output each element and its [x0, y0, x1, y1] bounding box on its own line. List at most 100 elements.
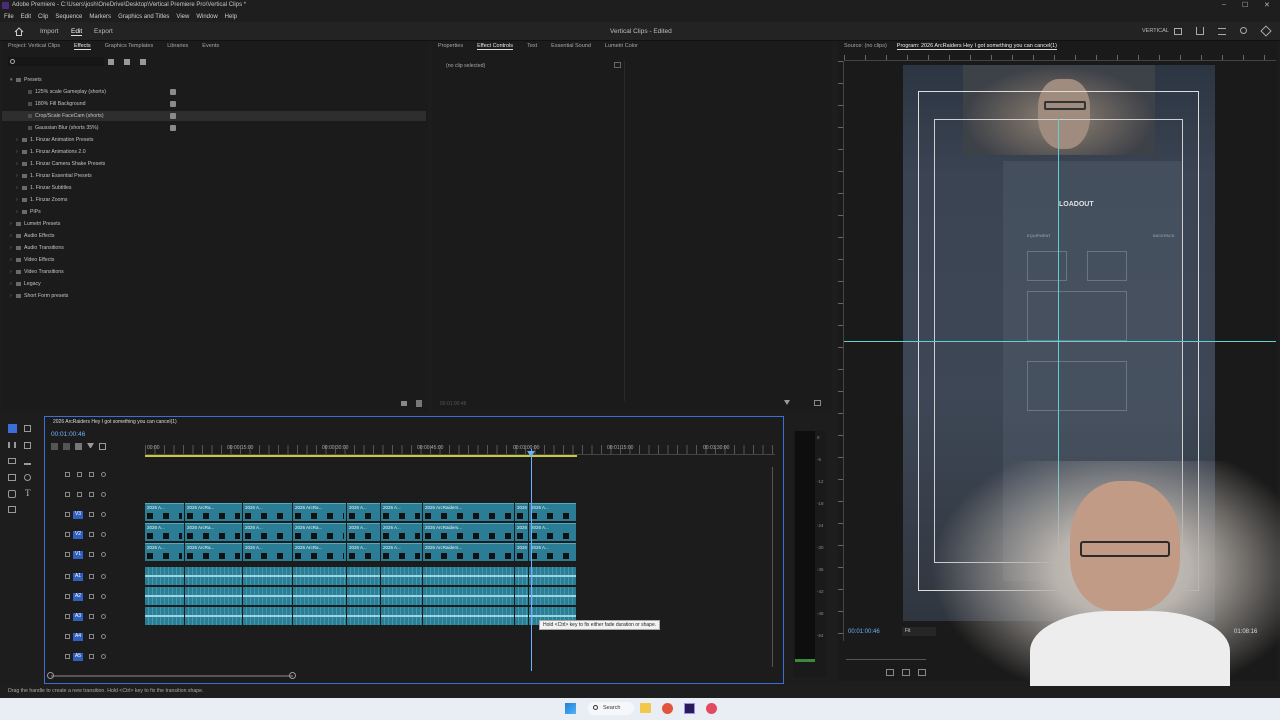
slip-tool-icon[interactable]: [8, 458, 16, 464]
mic-icon[interactable]: [101, 574, 106, 579]
program-scrubber[interactable]: [846, 659, 926, 660]
tree-item[interactable]: › 1. Finzar Animation Presets: [2, 135, 426, 145]
audio-clip[interactable]: [515, 607, 528, 625]
eye-icon[interactable]: [101, 492, 106, 497]
video-clip[interactable]: 2026 ArcRaiders...: [423, 543, 514, 561]
tab-libraries[interactable]: Libraries: [167, 43, 188, 49]
lock-icon[interactable]: [65, 532, 70, 537]
tab-effects[interactable]: Effects: [73, 43, 91, 50]
horizontal-scrollbar[interactable]: [51, 675, 293, 677]
menu-markers[interactable]: Markers: [89, 14, 111, 20]
audio-clip[interactable]: [423, 587, 514, 605]
effects-search-input[interactable]: [8, 57, 104, 66]
import-tab[interactable]: Import: [40, 28, 58, 35]
menu-file[interactable]: File: [4, 14, 14, 20]
filter-icon[interactable]: [784, 400, 790, 406]
tree-item[interactable]: › Audio Effects: [2, 231, 426, 241]
export-frame-button[interactable]: [918, 669, 926, 676]
maximize-button[interactable]: ☐: [1242, 1, 1248, 9]
eye-icon[interactable]: [101, 552, 106, 557]
rectangle-tool-icon[interactable]: [8, 474, 16, 481]
video-clip[interactable]: 2026 ArcRaiders...: [423, 503, 514, 521]
tab-text[interactable]: Text: [527, 43, 537, 49]
audio-clip[interactable]: [423, 607, 514, 625]
audio-clip[interactable]: [293, 567, 346, 585]
zoom-handle-left[interactable]: [47, 672, 54, 679]
tree-item[interactable]: › Short Form presets: [2, 291, 426, 301]
mute-icon[interactable]: [89, 654, 94, 659]
mic-icon[interactable]: [101, 594, 106, 599]
sync-icon[interactable]: [77, 472, 82, 477]
mic-icon[interactable]: [101, 654, 106, 659]
tree-item[interactable]: › Lumetri Presets: [2, 219, 426, 229]
video-clip[interactable]: 2026 A...: [347, 523, 380, 541]
audio-clip[interactable]: [185, 607, 242, 625]
video-clip[interactable]: 2026 A...: [529, 503, 576, 521]
video-clip[interactable]: 2026 A...: [529, 523, 576, 541]
tab-properties[interactable]: Properties: [438, 43, 463, 49]
linked-selection-icon[interactable]: [75, 443, 82, 450]
lock-icon[interactable]: [65, 654, 70, 659]
menu-window[interactable]: Window: [196, 14, 217, 20]
vertical-scrollbar[interactable]: [772, 467, 773, 667]
pen-tool-icon[interactable]: [24, 458, 31, 465]
caption-tool-icon[interactable]: [8, 506, 16, 513]
insert-icon[interactable]: [886, 669, 894, 676]
video-clip[interactable]: 2026 ArcRaiders...: [423, 523, 514, 541]
menu-view[interactable]: View: [176, 14, 189, 20]
export-tab[interactable]: Export: [94, 28, 113, 35]
zoom-handle-right[interactable]: [289, 672, 296, 679]
toggle-output-icon[interactable]: [89, 552, 94, 557]
panel-menu-icon[interactable]: [614, 62, 621, 68]
audio-clip[interactable]: [185, 587, 242, 605]
new-bin-icon[interactable]: [401, 401, 407, 406]
fullscreen-icon[interactable]: [1260, 25, 1272, 37]
audio-clip[interactable]: [145, 587, 184, 605]
lock-icon[interactable]: [65, 512, 70, 517]
tree-item[interactable]: › Legacy: [2, 279, 426, 289]
tree-item[interactable]: › Video Transitions: [2, 267, 426, 277]
mute-icon[interactable]: [89, 574, 94, 579]
hand-tool-icon[interactable]: [8, 490, 16, 498]
tab-program[interactable]: Program: 2026 ArcRaiders Hey I got somet…: [896, 43, 1057, 50]
play-audio-icon[interactable]: [798, 400, 804, 406]
browser-icon[interactable]: [706, 703, 717, 714]
video-clip[interactable]: 2026 A...: [515, 503, 528, 521]
firefox-icon[interactable]: [662, 703, 673, 714]
tree-item[interactable]: › 1. Finzar Camera Shake Presets: [2, 159, 426, 169]
audio-clip[interactable]: [381, 567, 422, 585]
fit-dropdown[interactable]: Fit: [902, 627, 936, 636]
premiere-taskbar-icon[interactable]: [684, 703, 695, 714]
video-clip[interactable]: 2026 ArcRa...: [293, 503, 346, 521]
audio-clip[interactable]: [381, 607, 422, 625]
tab-events[interactable]: Events: [202, 43, 219, 49]
video-clip[interactable]: 2026 A...: [515, 523, 528, 541]
accelerated-effects-icon[interactable]: [108, 59, 114, 65]
audio-clip[interactable]: [529, 587, 576, 605]
tree-item[interactable]: › PiPs: [2, 207, 426, 217]
menu-clip[interactable]: Clip: [38, 14, 48, 20]
menu-graphics[interactable]: Graphics and Titles: [118, 14, 169, 20]
track-target[interactable]: A4: [73, 633, 83, 641]
tree-item[interactable]: ▾ Presets: [2, 75, 426, 85]
toggle-output-icon[interactable]: [89, 492, 94, 497]
track-target[interactable]: V2: [73, 531, 83, 539]
audio-clip[interactable]: [347, 587, 380, 605]
add-marker-icon[interactable]: [87, 443, 94, 450]
audio-clip[interactable]: [347, 607, 380, 625]
share-icon[interactable]: [1196, 27, 1204, 35]
windows-start-icon[interactable]: [565, 703, 576, 714]
lock-icon[interactable]: [65, 552, 70, 557]
search-icon[interactable]: [1240, 27, 1247, 34]
mic-icon[interactable]: [101, 634, 106, 639]
mute-icon[interactable]: [89, 614, 94, 619]
mute-icon[interactable]: [89, 594, 94, 599]
audio-clip[interactable]: [293, 607, 346, 625]
tree-item[interactable]: Crop/Scale FaceCam (shorts): [2, 111, 426, 121]
32bit-effects-icon[interactable]: [124, 59, 130, 65]
audio-clip[interactable]: [515, 567, 528, 585]
audio-clip[interactable]: [293, 587, 346, 605]
tab-graphics-templates[interactable]: Graphics Templates: [105, 43, 154, 49]
video-clip[interactable]: 2026 A...: [515, 543, 528, 561]
sync-icon[interactable]: [77, 492, 82, 497]
